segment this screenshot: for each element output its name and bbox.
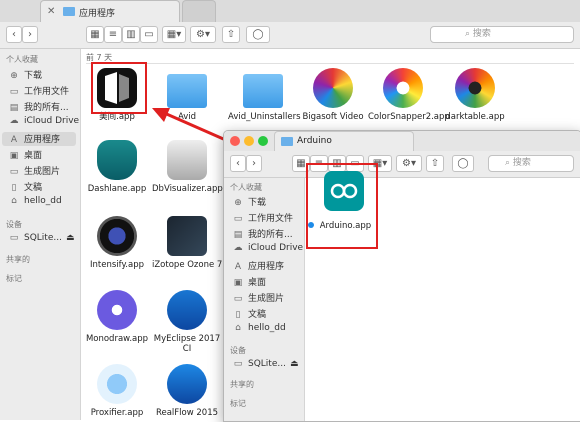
minimize-window-button[interactable] — [244, 136, 254, 146]
desktop-icon: ▣ — [233, 278, 243, 288]
sidebar-item-icloud[interactable]: ☁ iCloud Drive — [232, 243, 304, 257]
sidebar-item-downloads[interactable]: ⊕ 下载 — [232, 195, 266, 209]
download-icon: ⊕ — [234, 198, 242, 208]
tags-button[interactable]: ◯ — [452, 155, 474, 172]
sidebar-item-all-files[interactable]: ▤ 我的所有... — [232, 227, 293, 241]
eject-icon[interactable]: ⏏ — [290, 359, 299, 369]
file-arduino[interactable] — [318, 171, 370, 211]
document-icon: ▯ — [235, 310, 241, 320]
gear-icon: ⚙▾ — [402, 158, 416, 169]
toolbar: ‹ › ▦ ≡ ▥ ▭ ▦▾ ⚙▾ ⇧ ◯ ⌕ 搜索 — [224, 151, 580, 178]
tags-header: 标记 — [230, 399, 246, 408]
close-window-button[interactable] — [230, 136, 240, 146]
share-icon: ⇧ — [430, 158, 440, 169]
sidebar-item-home[interactable]: ⌂ hello_dd — [232, 323, 286, 337]
sidebar-item-applications[interactable]: A 应用程序 — [232, 259, 284, 273]
search-field[interactable]: ⌕ 搜索 — [488, 155, 574, 172]
sidebar-item-generated-images[interactable]: ▭ 生成图片 — [232, 291, 284, 305]
back-button[interactable]: ‹ — [230, 155, 246, 172]
favorites-header: 个人收藏 — [230, 183, 262, 192]
sidebar-item-desktop[interactable]: ▣ 桌面 — [232, 275, 266, 289]
sidebar-item-documents[interactable]: ▯ 文稿 — [232, 307, 267, 321]
all-files-icon: ▤ — [233, 230, 243, 240]
tab-arduino[interactable]: Arduino — [274, 131, 414, 151]
applications-icon: A — [234, 262, 242, 272]
tag-icon: ◯ — [457, 158, 469, 169]
sidebar: 个人收藏 ⊕ 下载 ▭ 工作用文件 ▤ 我的所有... ☁ iCloud Drive A… — [224, 178, 305, 421]
share-button[interactable]: ⇧ — [426, 155, 444, 172]
finder-window-arduino: Arduino ‹ › ▦ ≡ ▥ ▭ ▦▾ ⚙▾ ⇧ ◯ ⌕ 搜索 个人收藏 … — [223, 130, 580, 422]
sidebar-item-work-files[interactable]: ▭ 工作用文件 — [232, 211, 293, 225]
forward-button[interactable]: › — [246, 155, 262, 172]
cloud-icon: ☁ — [233, 243, 243, 253]
folder-icon: ▭ — [233, 294, 243, 304]
grid-view-icon: ▦ — [296, 158, 306, 169]
search-placeholder: 搜索 — [512, 158, 531, 168]
action-button[interactable]: ⚙▾ — [396, 155, 422, 172]
sidebar-item-device[interactable]: ▭ SQLite... ⏏ — [232, 359, 299, 373]
folder-icon — [281, 137, 293, 146]
disk-icon: ▭ — [233, 359, 243, 369]
devices-header: 设备 — [230, 346, 246, 355]
tab-title: Arduino — [297, 136, 332, 146]
title-bar: Arduino — [224, 131, 580, 152]
chevron-right-icon: › — [252, 158, 256, 169]
zoom-window-button[interactable] — [258, 136, 268, 146]
file-label: Arduino.app — [308, 221, 384, 231]
shared-header: 共享的 — [230, 380, 254, 389]
search-icon: ⌕ — [505, 158, 511, 168]
arduino-app-icon — [324, 171, 364, 211]
home-icon: ⌂ — [235, 323, 241, 333]
tag-dot-icon — [308, 222, 314, 228]
chevron-left-icon: ‹ — [236, 158, 240, 169]
folder-icon: ▭ — [233, 214, 243, 224]
